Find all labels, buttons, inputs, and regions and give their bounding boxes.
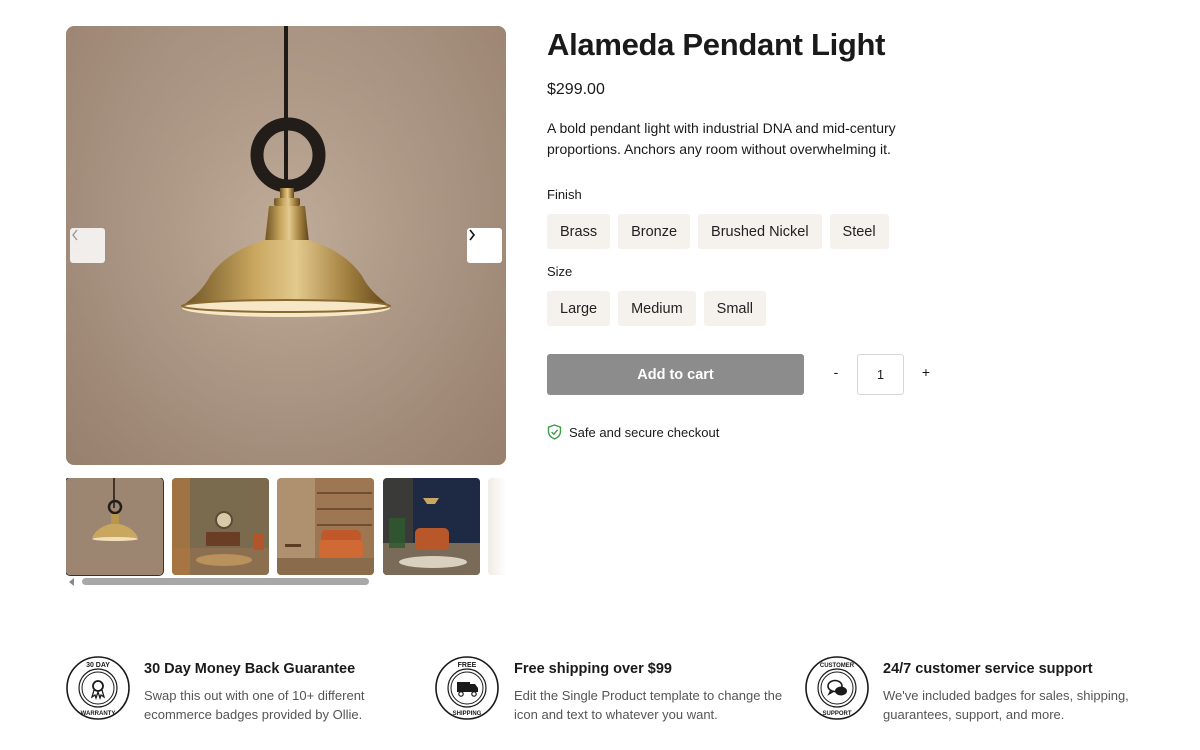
scroll-left-arrow-icon[interactable] — [69, 578, 74, 586]
thumbnail-strip — [66, 478, 506, 576]
badge-support-title: 24/7 customer service support — [883, 661, 1093, 677]
gallery-prev-button[interactable] — [70, 228, 105, 263]
scrollbar-thumb[interactable] — [82, 578, 369, 585]
thumbnail-pendant[interactable] — [66, 478, 164, 576]
thumbnail-room-mirror[interactable] — [172, 478, 269, 575]
badge-warranty-text: Swap this out with one of 10+ different … — [144, 688, 365, 722]
thumbnail-fade — [486, 478, 506, 575]
product-title: Alameda Pendant Light — [547, 27, 886, 62]
badge-shipping-text: Edit the Single Product template to chan… — [514, 688, 783, 722]
quantity-increase-button[interactable]: + — [916, 364, 936, 384]
size-option-medium[interactable]: Medium — [618, 291, 696, 326]
product-description: A bold pendant light with industrial DNA… — [547, 120, 896, 157]
size-label: Size — [547, 264, 573, 279]
thumbnail-dark-room[interactable] — [383, 478, 480, 575]
thumbnail-scrollbar[interactable] — [66, 577, 506, 586]
chevron-right-icon — [469, 229, 476, 241]
badge-shipping-title: Free shipping over $99 — [514, 661, 672, 677]
add-to-cart-button[interactable]: Add to cart — [547, 354, 804, 395]
finish-option-brass[interactable]: Brass — [547, 214, 611, 249]
support-ring-bottom-text: SUPPORT — [822, 711, 851, 717]
finish-option-brushed-nickel[interactable]: Brushed Nickel — [698, 214, 822, 249]
size-option-large[interactable]: Large — [547, 291, 611, 326]
secure-checkout-note: Safe and secure checkout — [547, 424, 719, 440]
finish-label: Finish — [547, 187, 582, 202]
product-main-image[interactable] — [66, 26, 506, 465]
shipping-ring-bottom-text: SHIPPING — [453, 711, 482, 717]
badge-support-text: We've included badges for sales, shippin… — [883, 688, 1129, 722]
customer-support-badge-icon: CUSTOMER SUPPORT — [805, 656, 869, 720]
quantity-decrease-button[interactable]: - — [826, 364, 846, 384]
thumbnail-shelves-chair[interactable] — [277, 478, 374, 575]
free-shipping-badge-icon: FREE SHIPPING — [435, 656, 499, 720]
finish-option-steel[interactable]: Steel — [829, 214, 889, 249]
warranty-badge-icon: 30 DAY WARRANTY — [66, 656, 130, 720]
secure-checkout-text: Safe and secure checkout — [569, 424, 720, 440]
badge-warranty-title: 30 Day Money Back Guarantee — [144, 661, 356, 677]
size-options: Large Medium Small — [547, 291, 766, 326]
gallery-next-button[interactable] — [467, 228, 502, 263]
quantity-input[interactable] — [857, 354, 904, 395]
pendant-lamp-illustration — [66, 26, 506, 465]
chevron-left-icon — [72, 229, 78, 241]
warranty-ring-top-text: 30 DAY — [86, 662, 110, 669]
warranty-ring-bottom-text: WARRANTY — [81, 711, 116, 717]
shield-check-icon — [547, 424, 562, 440]
size-option-small[interactable]: Small — [703, 291, 766, 326]
finish-option-bronze[interactable]: Bronze — [618, 214, 691, 249]
shipping-ring-top-text: FREE — [458, 662, 477, 669]
support-ring-top-text: CUSTOMER — [820, 663, 855, 669]
finish-options: Brass Bronze Brushed Nickel Steel — [547, 214, 889, 249]
product-price: $299.00 — [547, 81, 605, 98]
